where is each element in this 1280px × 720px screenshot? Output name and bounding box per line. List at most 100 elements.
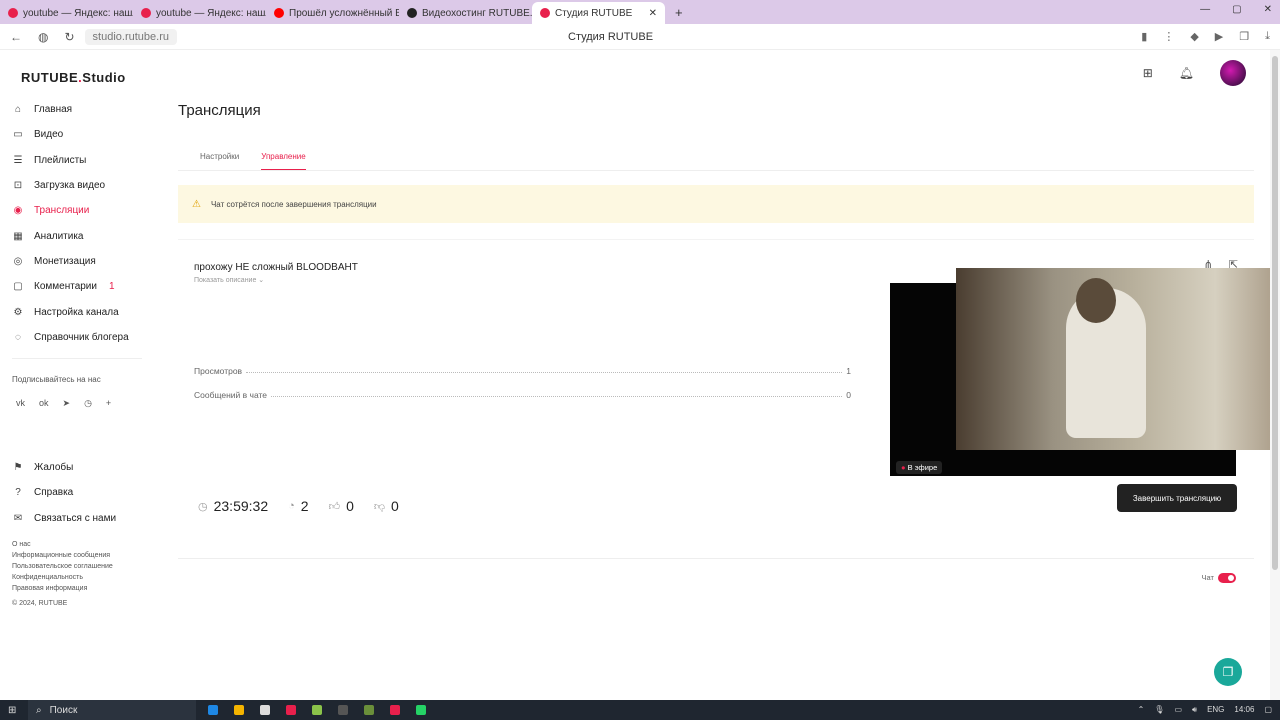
taskbar-search[interactable]: ⌕ Поиск (28, 700, 196, 720)
sidebar-item-help[interactable]: ? Справка (12, 480, 150, 505)
broadcast-icon: ◉ (13, 205, 23, 217)
tab-management[interactable]: Управление (261, 152, 306, 170)
like-icon: 👍︎ (328, 500, 341, 513)
browser-tab[interactable]: Прошёл усложнённый Bl (266, 2, 399, 24)
copyright: © 2024, RUTUBE (12, 599, 68, 607)
stream-counters: ◷ 23:59:32 ◔ 2 👍︎ 0 👎︎ 0 (198, 498, 399, 514)
language-indicator[interactable]: ENG (1207, 705, 1224, 715)
stream-title: прохожу НЕ сложный BLOODBAHT (194, 262, 358, 273)
address-bar: ← ◍ ↻ studio.rutube.ru Студия RUTUBE ▮ ⋮… (0, 24, 1280, 50)
tab-favicon-icon (141, 8, 151, 18)
sidebar-item-video[interactable]: ▭ Видео (12, 122, 150, 147)
footer-link[interactable]: Конфиденциальность (12, 572, 150, 583)
end-stream-button[interactable]: Завершить трансляцию (1117, 484, 1237, 512)
maximize-icon[interactable]: ▢ (1232, 4, 1241, 15)
footer-link[interactable]: Пользовательское соглашение (12, 561, 150, 572)
vk-icon[interactable]: vk (16, 398, 25, 409)
browser-tabbar: youtube — Яндекс: нашл youtube — Яндекс:… (0, 0, 1280, 24)
back-icon[interactable]: ← (10, 30, 22, 44)
mail-icon: ✉ (13, 512, 23, 524)
tab-settings[interactable]: Настройки (200, 152, 239, 161)
explorer-icon[interactable] (234, 705, 244, 715)
viewers-icon: ◔ (288, 500, 295, 512)
dislike-icon: 👎︎ (373, 500, 386, 513)
yandex-browser-icon[interactable] (390, 705, 400, 715)
taskbar-apps (208, 705, 426, 715)
telegram-icon[interactable]: ➤ (63, 398, 71, 409)
app-icon[interactable] (260, 705, 270, 715)
sidebar-item-upload[interactable]: ⊡ Загрузка видео (12, 173, 150, 198)
footer-link[interactable]: Информационные сообщения (12, 550, 150, 561)
sidebar-item-home[interactable]: ⌂ Главная (12, 97, 150, 122)
comments-icon: ▢ (13, 281, 23, 293)
more-socials-icon[interactable]: + (106, 398, 111, 409)
collections-icon[interactable]: ❐ (1239, 30, 1249, 43)
yandex-icon[interactable] (286, 705, 296, 715)
window-controls: — ▢ ✕ (1200, 4, 1272, 15)
clock[interactable]: 14:06 (1234, 705, 1254, 715)
rutube-studio-logo[interactable]: RUTUBE.Studio (21, 70, 150, 85)
tab-close-icon[interactable]: ✕ (649, 8, 657, 19)
chat-toggle[interactable] (1218, 573, 1236, 583)
network-icon[interactable]: ▭ (1174, 705, 1182, 715)
more-icon[interactable]: ⋮ (1163, 30, 1174, 43)
sidebar-menu-secondary: ⚑ Жалобы ? Справка ✉ Связаться с нами (12, 455, 150, 531)
sidebar-item-channel-settings[interactable]: ⚙ Настройка канала (12, 299, 150, 324)
app-icon[interactable] (338, 705, 348, 715)
support-chat-button[interactable]: ❐ (1214, 658, 1242, 686)
sidebar-item-monetization[interactable]: ◎ Монетизация (12, 249, 150, 274)
show-description-toggle[interactable]: Показать описание ⌄ (194, 276, 264, 284)
download-icon[interactable]: ⤓ (1265, 30, 1270, 43)
app-icon[interactable] (364, 705, 374, 715)
stream-card: прохожу НЕ сложный BLOODBAHT Показать оп… (178, 239, 1280, 533)
protect-icon[interactable]: ◍ (38, 30, 48, 44)
edge-icon[interactable] (208, 705, 218, 715)
follow-label: Подписывайтесь на нас (12, 374, 101, 384)
sidebar-menu: ⌂ Главная ▭ Видео ☰ Плейлисты ⊡ Загрузка вид… (12, 97, 150, 350)
scrollbar[interactable] (1270, 50, 1280, 700)
sidebar-item-analytics[interactable]: ▦ Аналитика (12, 223, 150, 248)
sidebar-item-contact[interactable]: ✉ Связаться с нами (12, 506, 150, 531)
whatsapp-icon[interactable] (416, 705, 426, 715)
app-icon[interactable] (312, 705, 322, 715)
windows-start-icon[interactable]: ⊞ (8, 705, 16, 716)
url-field[interactable]: studio.rutube.ru (84, 28, 177, 45)
divider (12, 357, 142, 359)
ok-icon[interactable]: ok (39, 398, 49, 409)
flag-icon: ⚑ (13, 462, 23, 474)
sidebar-item-comments[interactable]: ▢ Комментарии 1 (12, 274, 150, 299)
playlist-icon: ☰ (13, 154, 23, 166)
help-icon: ? (15, 487, 21, 499)
tray-arrow-icon[interactable]: ⌃ (1138, 705, 1145, 715)
bookmark-icon[interactable]: ▮ (1141, 30, 1147, 43)
media-icon[interactable]: ▶ (1215, 30, 1223, 43)
browser-tab[interactable]: Видеохостинг RUTUBE. С (399, 2, 532, 24)
new-tab-icon[interactable]: + (675, 5, 683, 20)
browser-tab-active[interactable]: Студия RUTUBE ✕ (532, 2, 665, 24)
close-window-icon[interactable]: ✕ (1264, 4, 1272, 15)
extension-icon[interactable]: ◆ (1190, 30, 1198, 43)
mic-icon[interactable]: 🎙︎ (1154, 705, 1164, 715)
home-icon: ⌂ (14, 104, 22, 116)
browser-tab[interactable]: youtube — Яндекс: нашл (0, 2, 133, 24)
viber-icon[interactable]: ◷ (84, 398, 92, 409)
tab-favicon-icon (540, 8, 550, 18)
warning-banner: ⚠ Чат сотрётся после завершения трансляц… (178, 185, 1254, 223)
reload-icon[interactable]: ↻ (64, 30, 74, 44)
page-title: Трансляция (178, 102, 261, 119)
volume-icon[interactable]: 🔊︎ (1192, 705, 1197, 715)
warning-text: Чат сотрётся после завершения трансляции (210, 199, 377, 209)
sidebar-item-handbook[interactable]: ◌ Справочник блогера (12, 325, 150, 350)
notifications-center-icon[interactable]: ▢ (1264, 705, 1272, 715)
dislikes-counter: 👎︎ 0 (373, 498, 399, 514)
scrollbar-thumb[interactable] (1272, 56, 1278, 570)
footer-link[interactable]: Правовая информация (12, 583, 150, 594)
footer-link[interactable]: О нас (12, 539, 150, 550)
chat-label: Чат (1201, 573, 1214, 582)
minimize-icon[interactable]: — (1200, 4, 1210, 15)
sidebar-item-complaints[interactable]: ⚑ Жалобы (12, 455, 150, 480)
sidebar-item-broadcasts[interactable]: ◉ Трансляции (12, 198, 150, 223)
browser-tab[interactable]: youtube — Яндекс: нашл (133, 2, 266, 24)
sidebar-item-playlists[interactable]: ☰ Плейлисты (12, 148, 150, 173)
monetization-icon: ◎ (13, 255, 23, 267)
